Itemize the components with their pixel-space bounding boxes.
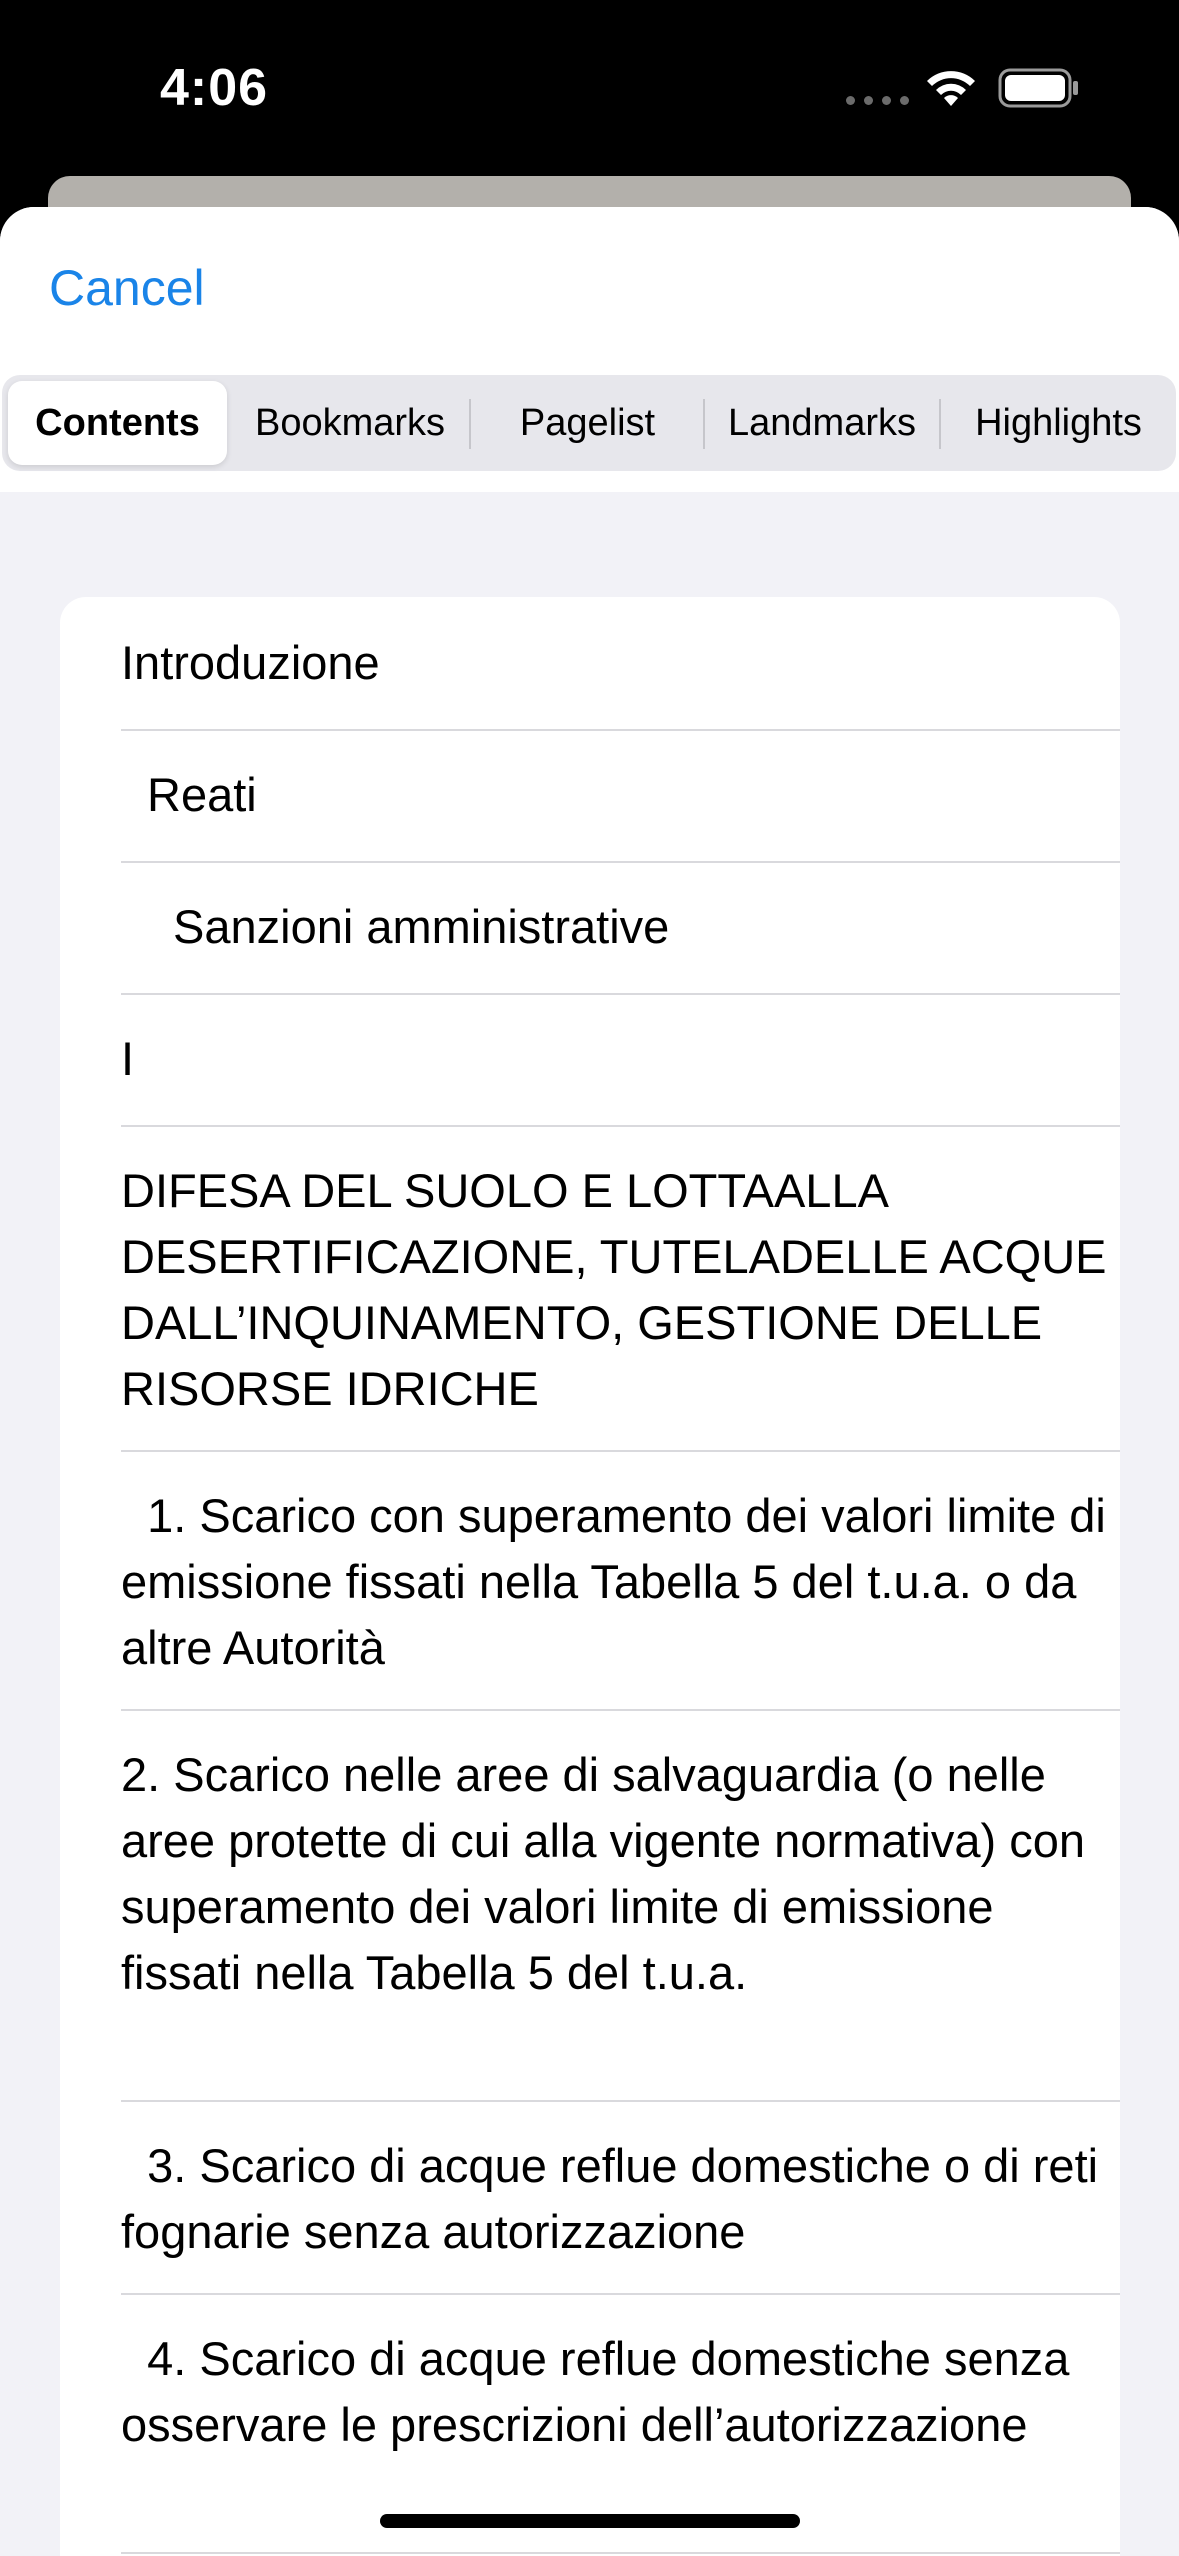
table-of-contents-sheet: Cancel Contents Bookmarks Pagelist Landm… [0, 207, 1179, 2556]
list-item[interactable]: 3. Scarico di acque reflue domestiche o … [121, 2133, 1120, 2265]
status-time: 4:06 [160, 59, 269, 117]
status-bar: 4:06 [0, 0, 1179, 176]
list-divider [121, 1450, 1120, 1452]
cellular-signal-icon [846, 96, 909, 105]
list-divider [121, 1125, 1120, 1127]
list-item[interactable]: DIFESA DEL SUOLO E LOTTAALLA DESERTIFICA… [121, 1158, 1120, 1422]
home-indicator[interactable] [380, 2514, 800, 2528]
tab-contents[interactable]: Contents [8, 375, 227, 471]
tab-bookmarks[interactable]: Bookmarks [230, 375, 470, 471]
list-item[interactable]: 2. Scarico nelle aree di salvaguardia (o… [121, 1742, 1120, 2006]
list-item[interactable]: I [121, 1026, 1120, 1092]
list-divider [121, 2293, 1120, 2295]
navigation-segmented-control: Contents Bookmarks Pagelist Landmarks Hi… [2, 375, 1176, 471]
wifi-icon [927, 71, 975, 106]
list-divider [121, 1709, 1120, 1711]
list-divider [121, 2552, 1120, 2554]
battery-icon [998, 68, 1078, 108]
list-item[interactable]: Reati [121, 762, 1120, 828]
tab-highlights[interactable]: Highlights [941, 375, 1176, 471]
list-divider [121, 729, 1120, 731]
tab-pagelist[interactable]: Pagelist [471, 375, 704, 471]
contents-list: Introduzione Reati Sanzioni amministrati… [60, 597, 1120, 2556]
tab-landmarks[interactable]: Landmarks [705, 375, 939, 471]
list-item[interactable]: 1. Scarico con superamento dei valori li… [121, 1483, 1120, 1681]
list-divider [121, 861, 1120, 863]
list-divider [121, 2100, 1120, 2102]
list-divider [121, 993, 1120, 995]
list-item[interactable]: Introduzione [121, 630, 1120, 696]
cancel-button[interactable]: Cancel [49, 259, 205, 317]
list-item[interactable]: Sanzioni amministrative [121, 894, 1120, 960]
list-item[interactable]: 4. Scarico di acque reflue domestiche se… [121, 2326, 1120, 2458]
sheet-header: Cancel Contents Bookmarks Pagelist Landm… [0, 207, 1179, 492]
